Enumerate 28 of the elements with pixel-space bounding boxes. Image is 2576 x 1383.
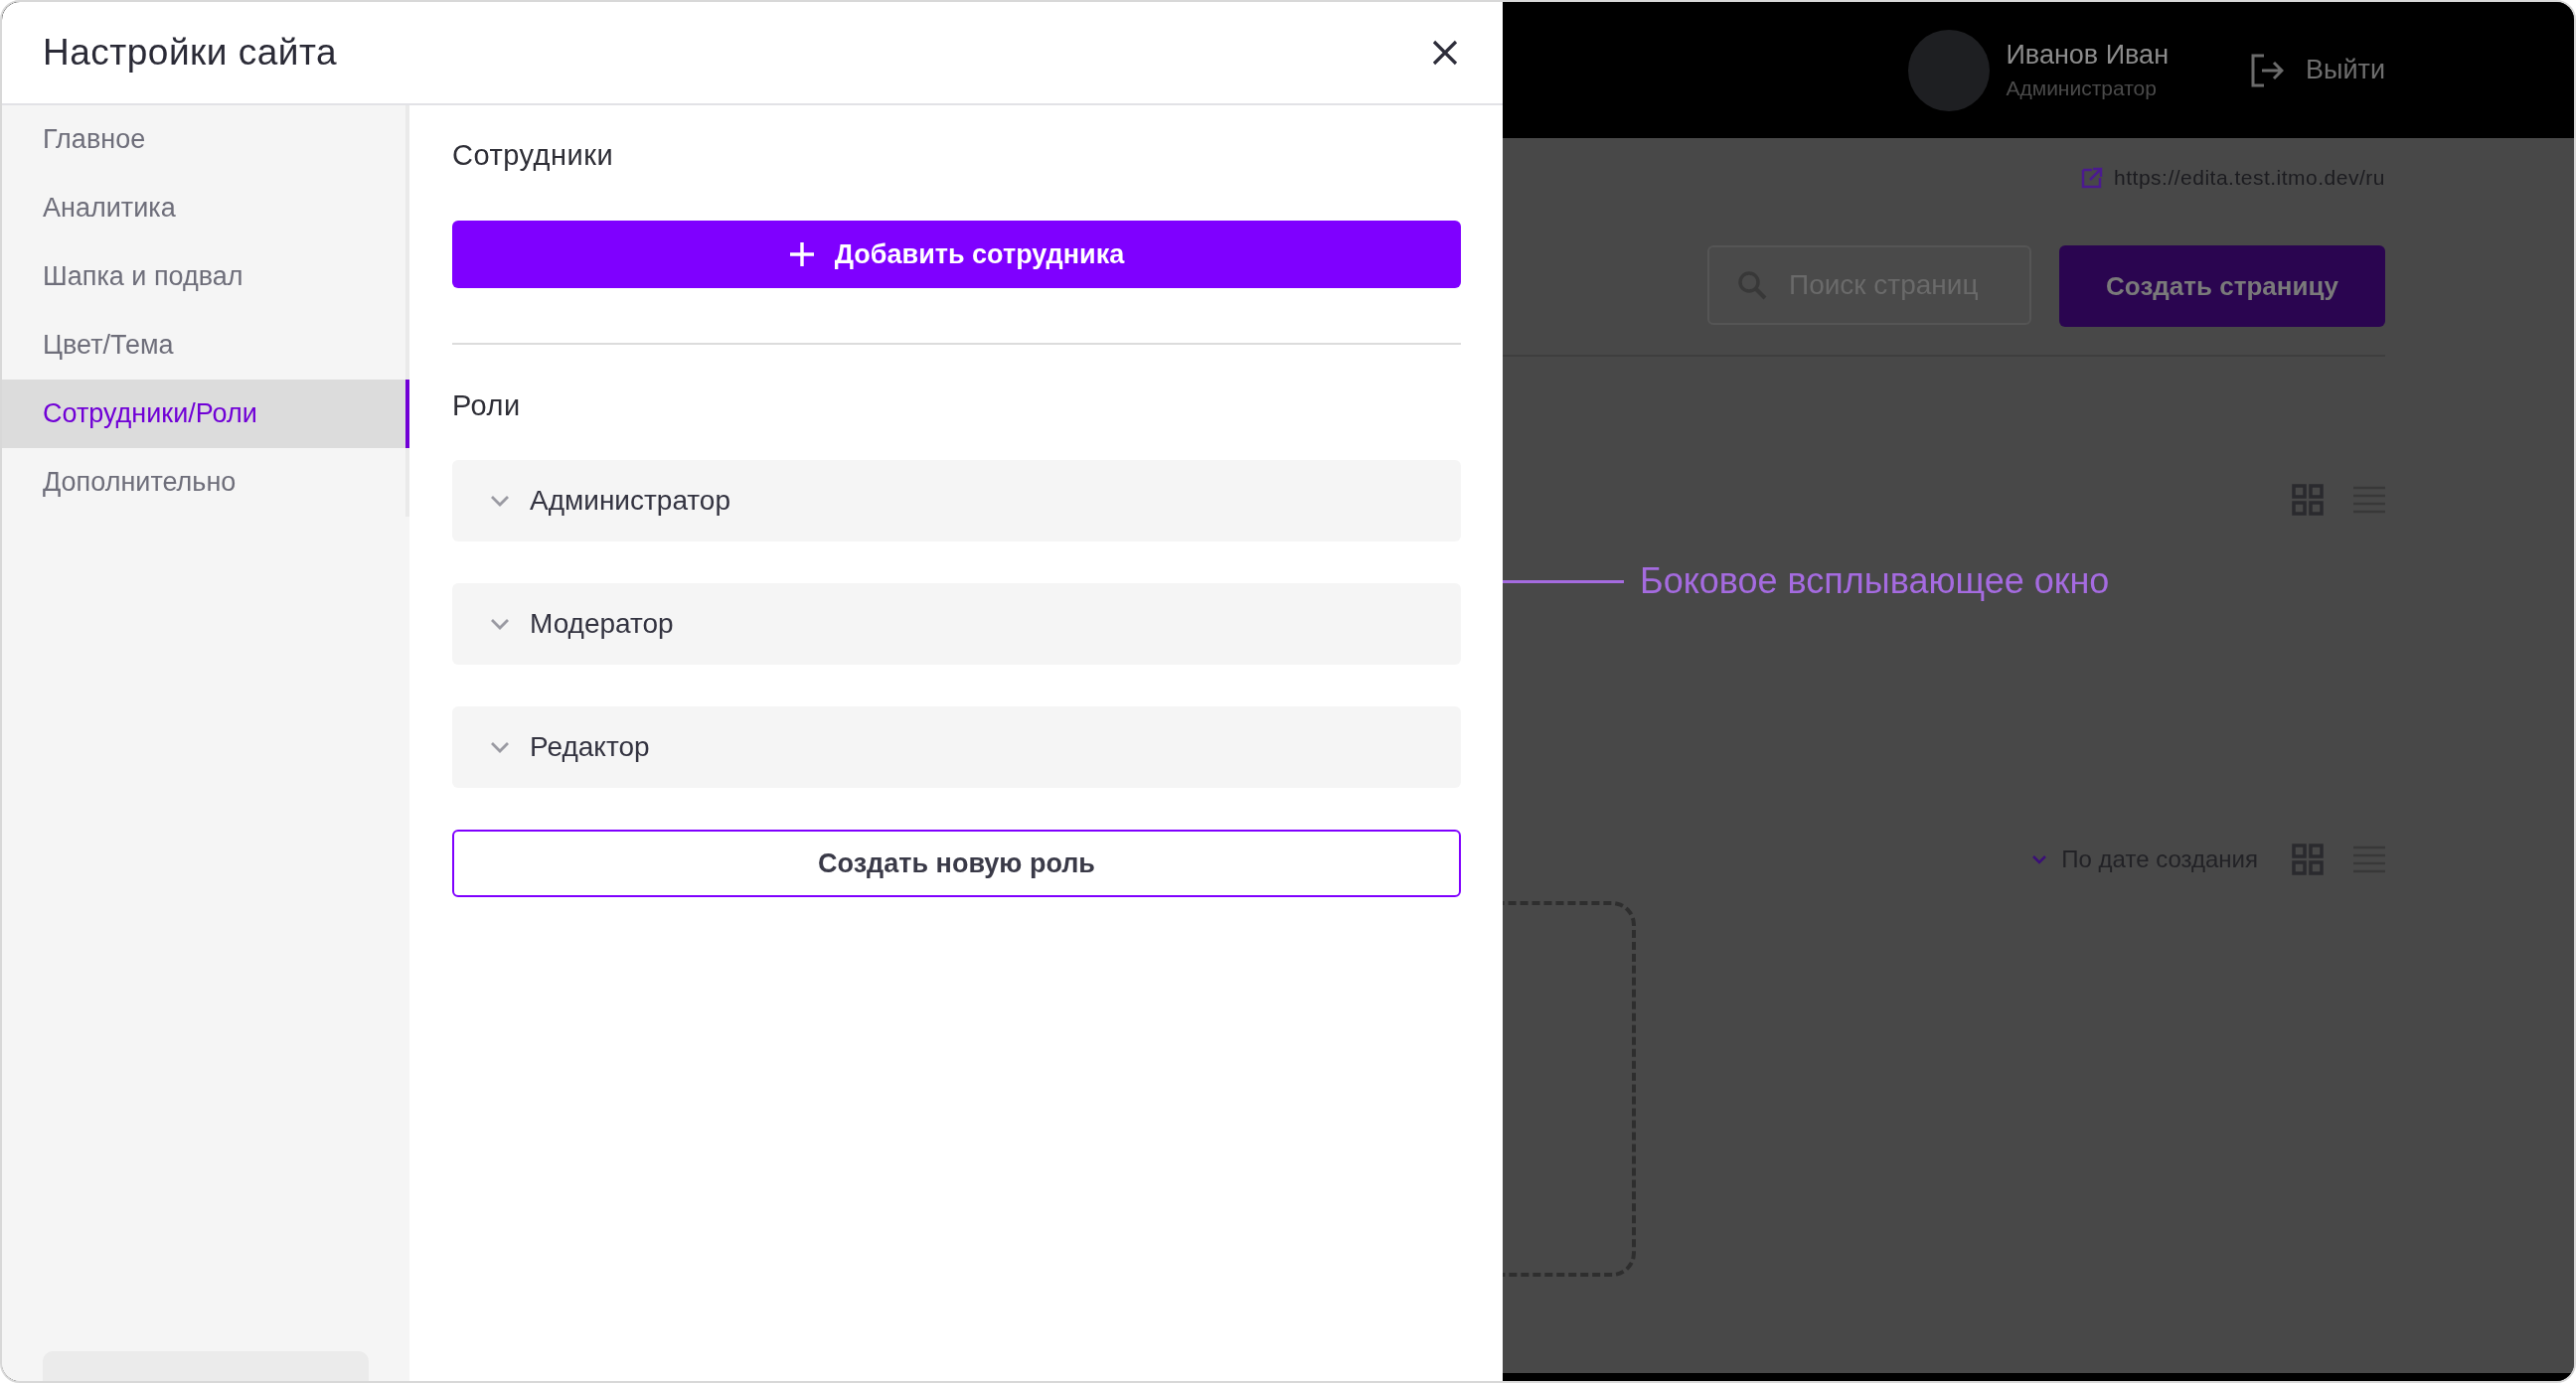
role-accordion[interactable]: Модератор (452, 583, 1461, 665)
sidebar-item[interactable]: Дополнительно (2, 448, 409, 517)
sidebar-footer-button[interactable] (43, 1351, 369, 1381)
role-accordion[interactable]: Редактор (452, 706, 1461, 788)
user-name: Иванов Иван (2006, 40, 2170, 71)
create-role-button[interactable]: Создать новую роль (452, 830, 1461, 897)
chevron-down-icon (2031, 854, 2048, 864)
drawer-title: Настройки сайта (43, 32, 338, 74)
plus-icon (788, 241, 815, 267)
grid-view-icon[interactable] (2292, 844, 2324, 875)
role-accordion[interactable]: Администратор (452, 460, 1461, 541)
chevron-down-icon (490, 741, 510, 753)
annotation-label: Боковое всплывающее окно (1640, 560, 2110, 602)
logout-button[interactable]: Выйти (2248, 52, 2385, 88)
chevron-down-icon (490, 618, 510, 630)
sidebar-item[interactable]: Главное (2, 105, 409, 174)
sidebar-item[interactable]: Аналитика (2, 174, 409, 242)
add-employee-button[interactable]: Добавить сотрудника (452, 221, 1461, 288)
grid-view-icon[interactable] (2292, 484, 2324, 516)
chevron-down-icon (490, 495, 510, 507)
sidebar-item[interactable]: Сотрудники/Роли (2, 380, 409, 448)
user-role: Администратор (2006, 77, 2158, 100)
create-page-button[interactable]: Создать страницу (2059, 245, 2385, 327)
sidebar-item[interactable]: Шапка и подвал (2, 242, 409, 311)
external-link-icon (2080, 166, 2105, 190)
close-icon[interactable] (1431, 39, 1459, 67)
section-title: Сотрудники (452, 139, 614, 172)
section-title: Роли (452, 389, 521, 422)
